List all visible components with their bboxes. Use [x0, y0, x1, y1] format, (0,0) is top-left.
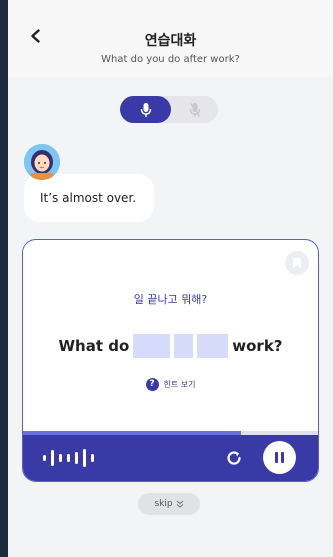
page-title: 연습대화	[144, 33, 197, 49]
retry-icon	[227, 451, 241, 465]
voice-mode-button[interactable]	[120, 96, 171, 123]
fill-in-sentence: What do work?	[23, 333, 318, 359]
bookmark-icon	[293, 258, 301, 268]
skip-button[interactable]: skip	[138, 493, 200, 515]
tutor-avatar-icon	[24, 144, 60, 180]
header: 연습대화 What do you do after work?	[8, 0, 333, 78]
chat-bubble: It’s almost over.	[24, 174, 154, 222]
sentence-end: work?	[232, 337, 283, 355]
bookmark-button[interactable]	[285, 251, 309, 275]
hint-label: 힌트 보기	[163, 379, 196, 389]
audio-controls	[23, 435, 318, 481]
microphone-icon	[140, 102, 151, 117]
avatar	[24, 144, 60, 180]
chat-message: It’s almost over.	[40, 191, 137, 205]
input-mode-toggle	[120, 96, 218, 123]
page-subtitle: What do you do after work?	[101, 54, 240, 65]
chevron-double-down-icon	[176, 500, 183, 508]
hint-button[interactable]: ? 힌트 보기	[23, 376, 318, 392]
microphone-off-icon	[189, 102, 200, 117]
waveform-icon	[43, 447, 94, 469]
answer-blank[interactable]	[174, 334, 194, 358]
pause-button[interactable]	[263, 441, 296, 474]
retry-button[interactable]	[223, 447, 245, 469]
answer-blank[interactable]	[197, 334, 229, 358]
sentence-start: What do	[58, 337, 130, 355]
korean-prompt: 일 끝나고 뭐해?	[133, 293, 208, 306]
answer-blank[interactable]	[133, 334, 171, 358]
skip-label: skip	[154, 499, 173, 509]
mute-mode-button[interactable]	[171, 96, 218, 123]
practice-conversation-screen: 연습대화 What do you do after work? It’s alm…	[8, 0, 333, 557]
quiz-card: 일 끝나고 뭐해? What do work? ? 힌트 보기	[22, 239, 319, 482]
question-icon: ?	[145, 377, 159, 391]
pause-icon	[274, 452, 286, 463]
